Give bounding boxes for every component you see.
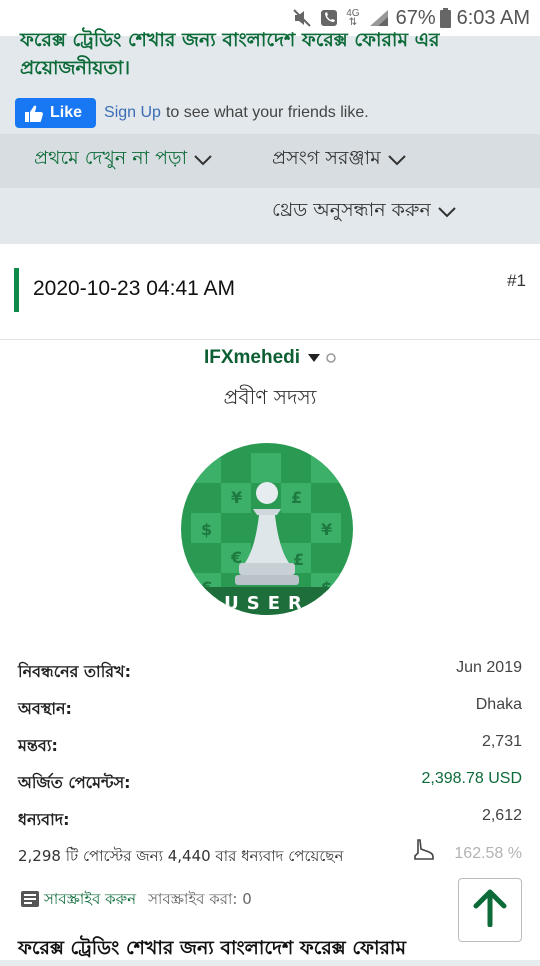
signal-icon bbox=[368, 8, 390, 28]
stat-row-registration: নিবন্ধনের তারিখ: Jun 2019 bbox=[18, 659, 522, 689]
stat-label: নিবন্ধনের তারিখ: bbox=[18, 662, 131, 681]
subscribe-icon[interactable] bbox=[20, 889, 40, 913]
post-date-accent bbox=[14, 268, 19, 312]
user-avatar[interactable]: ¥£$ ¥€£ €$ USER bbox=[181, 443, 353, 615]
user-rank: প্রবীণ সদস্য bbox=[223, 385, 317, 409]
signup-link[interactable]: Sign Up bbox=[104, 104, 161, 122]
topic-tools-menu[interactable]: প্রসংগ সরঞ্জাম bbox=[272, 144, 407, 176]
svg-text:¥: ¥ bbox=[231, 488, 242, 507]
like-label: Like bbox=[50, 104, 83, 121]
first-unread-link[interactable]: প্রথমে দেখুন না পড়া bbox=[34, 144, 213, 176]
svg-text:¥: ¥ bbox=[321, 520, 332, 539]
chevron-down-icon bbox=[193, 154, 213, 166]
forum-header: ফরেক্স ট্রেডিং শেখার জন্য বাংলাদেশ ফরেক্… bbox=[0, 29, 540, 244]
stat-value: 2,731 bbox=[481, 733, 522, 750]
stat-value: Jun 2019 bbox=[456, 659, 522, 676]
subscribe-row: সাবস্ক্রাইব করুন সাবস্ক্রাইব করা: 0 bbox=[20, 888, 252, 913]
offline-status-icon bbox=[326, 353, 336, 363]
stat-value: 2,612 bbox=[481, 807, 522, 824]
svg-text:$: $ bbox=[201, 520, 212, 539]
first-unread-label: প্রথমে দেখুন না পড়া bbox=[34, 147, 188, 169]
phone-icon bbox=[320, 9, 338, 27]
stat-row-payments: অর্জিত পেমেন্টস: 2,398.78 USD bbox=[18, 770, 522, 800]
signup-text: to see what your friends like. bbox=[165, 104, 369, 121]
network-4g-icon: 4G ⇅ bbox=[346, 8, 360, 28]
post-date: 2020-10-23 04:41 AM bbox=[33, 277, 235, 300]
avatar-user-text: USER bbox=[224, 593, 310, 614]
subscribe-link[interactable]: সাবস্ক্রাইব করুন bbox=[44, 888, 136, 913]
stat-row-thanks: ধন্যবাদ: 2,612 bbox=[18, 807, 522, 837]
post-number-link[interactable]: #1 bbox=[507, 271, 526, 291]
thread-search-label: থ্রেড অনুসন্ধান করুন bbox=[272, 199, 431, 221]
thread-search-menu[interactable]: থ্রেড অনুসন্ধান করুন bbox=[272, 196, 457, 228]
mute-icon bbox=[292, 8, 312, 28]
page-title: ফরেক্স ট্রেডিং শেখার জন্য বাংলাদেশ ফরেক্… bbox=[20, 29, 440, 79]
subscribed-count: সাবস্ক্রাইব করা: 0 bbox=[148, 890, 252, 908]
stat-row-location: অবস্থান: Dhaka bbox=[18, 696, 522, 726]
stat-value: Dhaka bbox=[475, 696, 522, 713]
scroll-to-top-button[interactable] bbox=[458, 878, 522, 942]
svg-text:£: £ bbox=[291, 488, 302, 507]
stat-label: অর্জিত পেমেন্টস: bbox=[18, 773, 131, 792]
facebook-like-row: Like Sign Up to see what your friends li… bbox=[15, 98, 369, 128]
stat-label: অবস্থান: bbox=[18, 699, 72, 718]
thanks-received-text: 2,298 টি পোস্টের জন্য 4,440 বার ধন্যবাদ … bbox=[18, 847, 344, 865]
chevron-down-icon bbox=[387, 154, 407, 166]
post-header: 2020-10-23 04:41 AM #1 bbox=[0, 244, 540, 340]
topic-tools-label: প্রসংগ সরঞ্জাম bbox=[272, 147, 381, 169]
post-card: 2020-10-23 04:41 AM #1 IFXmehedi প্রবীণ … bbox=[0, 244, 540, 960]
thanks-percent: 162.58 % bbox=[454, 845, 522, 862]
post-title: ফরেক্স ট্রেডিং শেখার জন্য বাংলাদেশ ফরেক্… bbox=[18, 937, 406, 959]
username-link[interactable]: IFXmehedi bbox=[204, 347, 300, 369]
thumbs-up-icon bbox=[25, 105, 43, 122]
stat-value: 2,398.78 USD bbox=[421, 770, 522, 787]
stat-label: ধন্যবাদ: bbox=[18, 810, 70, 829]
username-row: IFXmehedi bbox=[0, 347, 540, 369]
facebook-like-button[interactable]: Like bbox=[15, 98, 97, 128]
stat-row-comments: মন্তব্য: 2,731 bbox=[18, 733, 522, 763]
boot-icon bbox=[412, 838, 436, 862]
chevron-down-icon bbox=[437, 206, 457, 218]
user-menu-caret-icon[interactable] bbox=[308, 354, 321, 362]
stat-label: মন্তব্য: bbox=[18, 736, 58, 755]
battery-icon bbox=[439, 8, 451, 28]
arrow-up-icon bbox=[473, 889, 507, 931]
